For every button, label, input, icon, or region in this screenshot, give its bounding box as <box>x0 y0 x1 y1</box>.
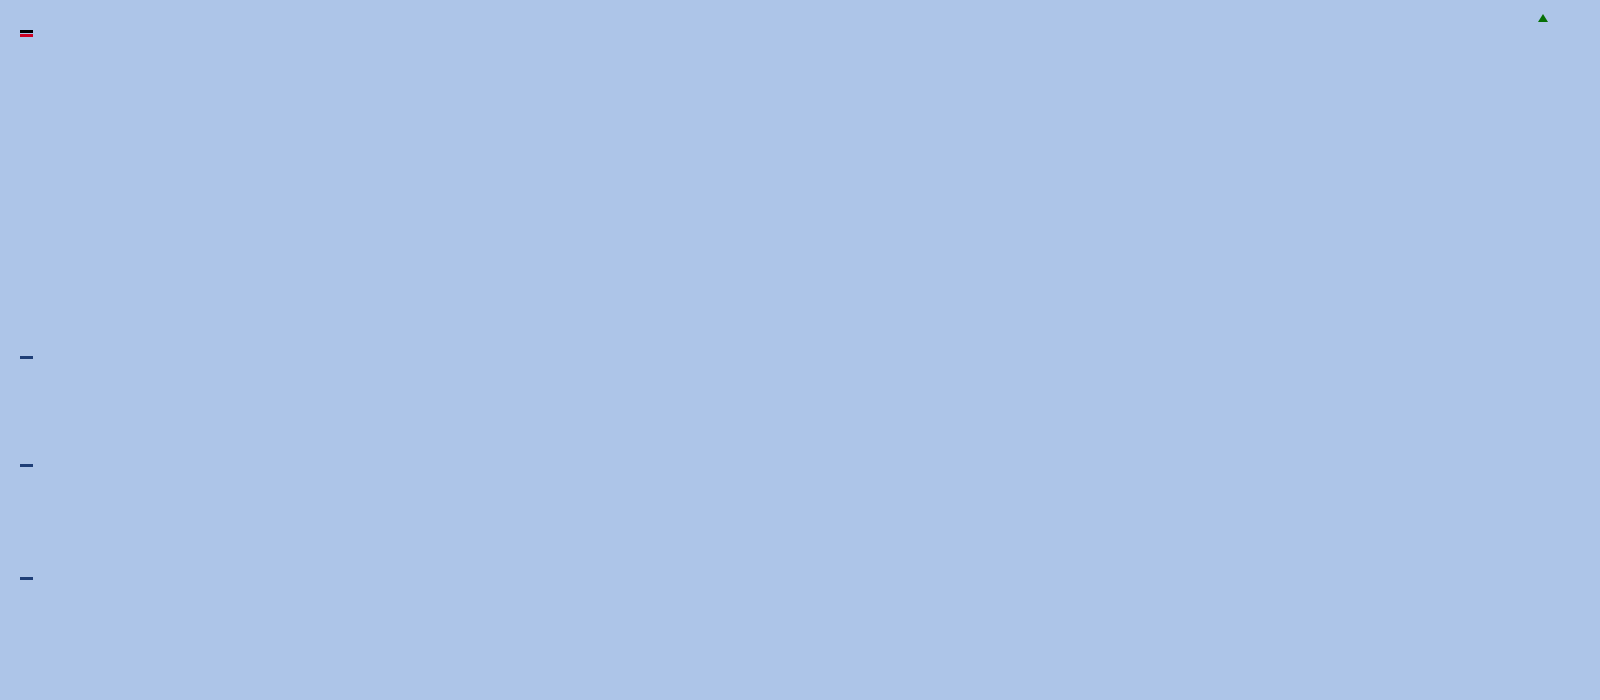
kst-line-swatch-icon <box>20 577 33 580</box>
kst-line-swatch-icon <box>20 464 33 467</box>
main-panel-legend <box>20 30 38 38</box>
price-line-swatch-icon <box>20 30 33 33</box>
legend-row-ma <box>20 34 38 37</box>
ma-line-swatch-icon <box>20 34 33 37</box>
short-kst-legend <box>20 356 48 359</box>
change-up-arrow-icon <box>1538 14 1548 22</box>
legend-row-price <box>20 30 38 33</box>
long-kst-legend <box>20 577 48 580</box>
stockcharts-chart-page <box>0 0 1600 700</box>
chart-canvas <box>0 0 1600 700</box>
kst-line-swatch-icon <box>20 356 33 359</box>
intermediate-kst-legend <box>20 464 48 467</box>
quote-summary <box>1498 14 1548 22</box>
